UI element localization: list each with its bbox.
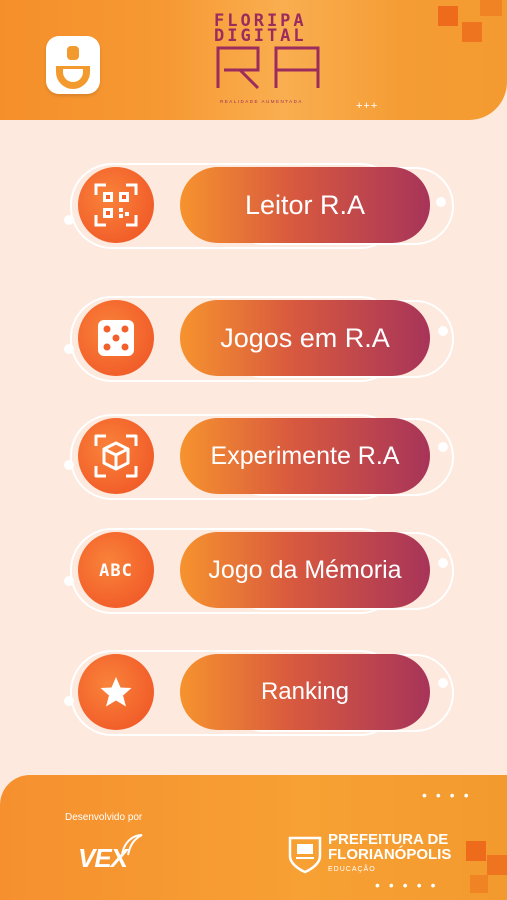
svg-text:ABC: ABC [99,561,133,580]
star-icon [100,677,132,707]
menu-dot [64,215,74,225]
menu-button[interactable]: Leitor R.A [180,167,430,243]
vex-logo-swirl [121,834,143,856]
prefeitura-line-3: EDUCAÇÃO [328,866,376,873]
app-footer: Desenvolvido por VEX PREFEITURA DE FLORI… [0,775,507,900]
menu-item-experimente-ra[interactable]: Experimente R.A [60,408,460,504]
prefeitura-line-2: FLORIANÓPOLIS [328,846,452,863]
menu-icon-circle[interactable] [78,654,154,730]
logo-line-2: DIGITAL [214,26,307,46]
menu-dot [64,344,74,354]
menu-dot [438,678,448,688]
decorative-dots: •••• [422,787,478,803]
menu-button[interactable]: Jogos em R.A [180,300,430,376]
menu-button[interactable]: Ranking [180,654,430,730]
floripa-digital-logo: FLORIPA DIGITAL RA REALIDADE AUMENTADA [214,13,332,114]
menu-item-leitor-ra[interactable]: Leitor R.A [60,157,460,253]
decorative-cube [470,875,488,893]
decorative-cube [438,6,458,26]
decorative-cube [480,0,502,16]
menu-dot [438,442,448,452]
menu-button[interactable]: Experimente R.A [180,418,430,494]
profile-button[interactable] [46,36,100,94]
menu-button[interactable]: Jogo da Mémoria [180,532,430,608]
menu-dot [64,576,74,586]
user-profile-icon [56,46,90,89]
decorative-cube [466,841,486,861]
prefeitura-logo: PREFEITURA DE FLORIANÓPOLIS EDUCAÇÃO [288,832,451,877]
qr-code-icon [94,183,138,227]
abc-icon: ABC [99,561,133,580]
menu-icon-circle[interactable]: ABC [78,532,154,608]
decorative-dots: ••••• [375,877,445,893]
menu-dot [438,326,448,336]
logo-tagline: REALIDADE AUMENTADA [220,99,303,104]
developed-by-label: Desenvolvido por [65,812,143,823]
menu-item-jogo-da-memoria[interactable]: ABC Jogo da Mémoria [60,522,460,618]
menu-dot [64,696,74,706]
prefeitura-line-1: PREFEITURA DE [328,831,449,848]
menu-dot [64,460,74,470]
decorative-cube [487,855,507,875]
logo-ra-text: RA [214,44,216,45]
logo-ra-mark: RA [214,44,320,90]
decorative-plus-marks: +++ [356,100,379,112]
menu-icon-circle[interactable] [78,167,154,243]
menu-icon-circle[interactable] [78,418,154,494]
app-header: FLORIPA DIGITAL RA REALIDADE AUMENTADA +… [0,0,507,120]
menu-icon-circle[interactable] [78,300,154,376]
menu-dot [438,558,448,568]
menu-dot [436,197,446,207]
dice-icon [98,320,134,356]
menu-item-jogos-em-ra[interactable]: Jogos em R.A [60,290,460,386]
menu-item-ranking[interactable]: Ranking [60,644,460,740]
ar-cube-icon [94,434,138,478]
decorative-cube [462,22,482,42]
city-crest-icon [288,836,322,873]
prefeitura-text: PREFEITURA DE FLORIANÓPOLIS EDUCAÇÃO [328,832,451,877]
